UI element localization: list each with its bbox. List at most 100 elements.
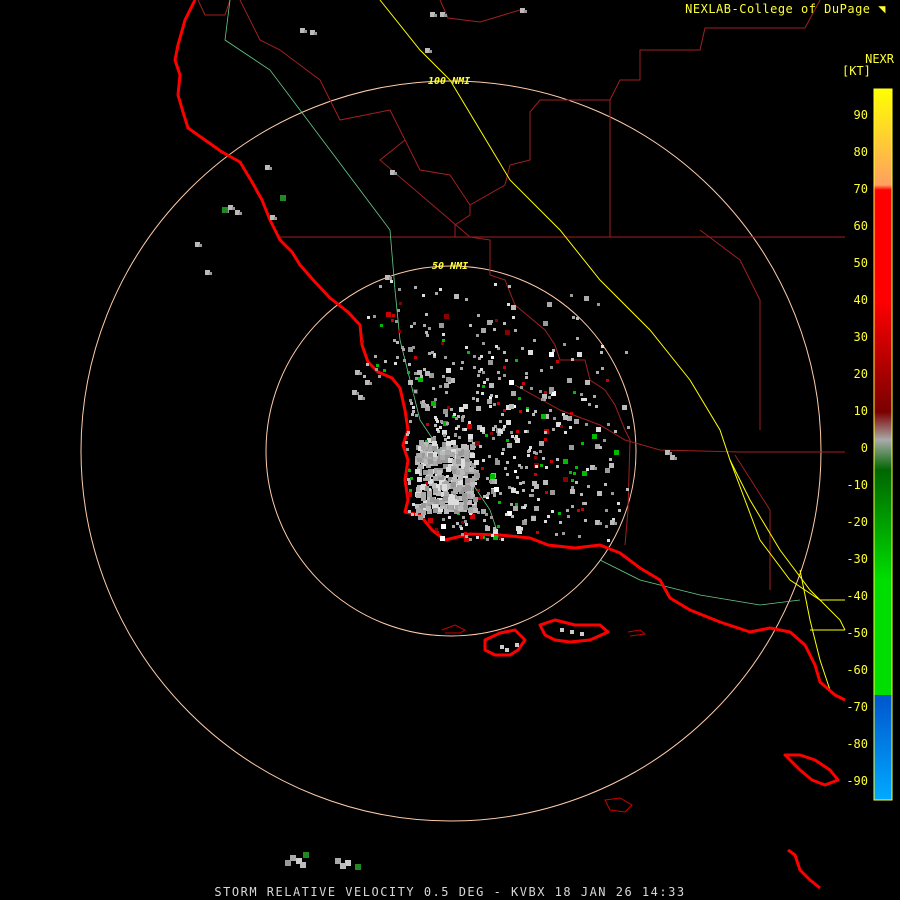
- echo-pixel: [563, 415, 568, 420]
- echo-pixel: [516, 491, 519, 494]
- echo-pixel: [536, 531, 539, 534]
- echo-pixel: [481, 467, 484, 470]
- echo-pixel: [540, 464, 543, 467]
- echo-pixel: [507, 303, 510, 306]
- echo-pixel: [476, 398, 479, 401]
- echo-pixel: [476, 334, 479, 337]
- echo-pixel: [468, 439, 471, 442]
- echo-pixel: [525, 466, 528, 469]
- echo-pixel: [605, 509, 608, 512]
- legend-segment: [874, 580, 892, 695]
- echo-pixel: [393, 339, 396, 342]
- echo-pixel: [433, 488, 438, 493]
- echo-pixel: [479, 445, 482, 448]
- echo-pixel: [410, 325, 413, 328]
- echo-pixel: [460, 527, 463, 530]
- echo-pixel: [366, 363, 369, 366]
- echo-pixel: [464, 532, 467, 535]
- echo-pixel: [398, 330, 401, 333]
- legend-segment: [874, 695, 892, 800]
- echo-pixel: [380, 324, 383, 327]
- echo-pixel: [429, 50, 432, 53]
- echo-pixel: [511, 515, 514, 518]
- echo-pixel: [505, 648, 509, 652]
- echo-pixel: [468, 434, 473, 439]
- echo-pixel: [512, 316, 515, 319]
- echo-pixel: [433, 476, 438, 481]
- echo-pixel: [482, 385, 485, 388]
- echo-pixel: [427, 492, 432, 497]
- echo-pixel: [497, 402, 500, 405]
- echo-pixel: [304, 30, 307, 33]
- echo-pixel: [522, 489, 525, 492]
- echo-pixel: [458, 436, 461, 439]
- echo-pixel: [515, 503, 518, 506]
- echo-pixel: [543, 321, 548, 326]
- echo-pixel: [493, 494, 496, 497]
- echo-pixel: [507, 443, 512, 448]
- echo-pixel: [416, 493, 421, 498]
- echo-pixel: [501, 538, 504, 541]
- echo-pixel: [389, 277, 392, 280]
- echo-pixel: [550, 366, 553, 369]
- echo-pixel: [450, 452, 455, 457]
- echo-pixel: [488, 360, 493, 365]
- echo-pixel: [571, 486, 574, 489]
- echo-pixel: [378, 375, 381, 378]
- echo-pixel: [545, 466, 548, 469]
- echo-pixel: [458, 506, 463, 511]
- echo-pixel: [367, 316, 370, 319]
- echo-pixel: [541, 398, 544, 401]
- echo-pixel: [409, 420, 412, 423]
- echo-pixel: [518, 464, 521, 467]
- echo-pixel: [425, 331, 428, 334]
- echo-pixel: [552, 349, 555, 352]
- echo-pixel: [539, 450, 542, 453]
- echo-pixel: [607, 423, 610, 426]
- echo-pixel: [511, 435, 514, 438]
- echo-pixel: [533, 451, 536, 454]
- echo-pixel: [516, 430, 519, 433]
- echo-pixel: [469, 467, 474, 472]
- echo-pixel: [503, 425, 506, 428]
- legend-tick-label: 20: [853, 367, 868, 381]
- echo-pixel: [622, 405, 627, 410]
- echo-pixel: [545, 491, 548, 494]
- echo-pixel: [580, 493, 583, 496]
- radar-map: 100 NMI 50 NMI: [0, 0, 900, 900]
- echo-pixel: [486, 477, 489, 480]
- echo-pixel: [556, 458, 559, 461]
- echo-pixel: [547, 302, 552, 307]
- echo-pixel: [515, 435, 518, 438]
- echo-pixel: [503, 409, 506, 412]
- echo-pixel: [529, 446, 532, 449]
- echo-pixel: [539, 441, 544, 446]
- echo-pixel: [485, 434, 488, 437]
- echo-pixel: [534, 410, 537, 413]
- echo-pixel: [446, 368, 451, 373]
- echo-pixel: [413, 322, 416, 325]
- legend-tick-label: 40: [853, 293, 868, 307]
- legend-segment: [874, 89, 892, 185]
- echo-pixel: [495, 458, 498, 461]
- echo-pixel: [469, 324, 472, 327]
- echo-pixel: [435, 528, 438, 531]
- echo-pixel: [340, 863, 346, 869]
- echo-pixel: [504, 467, 507, 470]
- echo-pixel: [584, 398, 587, 401]
- legend-tick-label: 30: [853, 330, 868, 344]
- echo-pixel: [503, 366, 506, 369]
- echo-pixel: [527, 454, 530, 457]
- echo-pixel: [409, 489, 412, 492]
- echo-pixel: [423, 470, 428, 475]
- echo-pixel: [443, 496, 448, 501]
- echo-pixel: [502, 448, 505, 451]
- echo-pixel: [560, 628, 564, 632]
- echo-pixel: [465, 462, 470, 467]
- echo-pixel: [491, 356, 494, 359]
- echo-pixel: [487, 399, 492, 404]
- echo-pixel: [525, 376, 528, 379]
- echo-pixel: [406, 448, 409, 451]
- echo-pixel: [373, 315, 376, 318]
- echo-pixel: [571, 505, 574, 508]
